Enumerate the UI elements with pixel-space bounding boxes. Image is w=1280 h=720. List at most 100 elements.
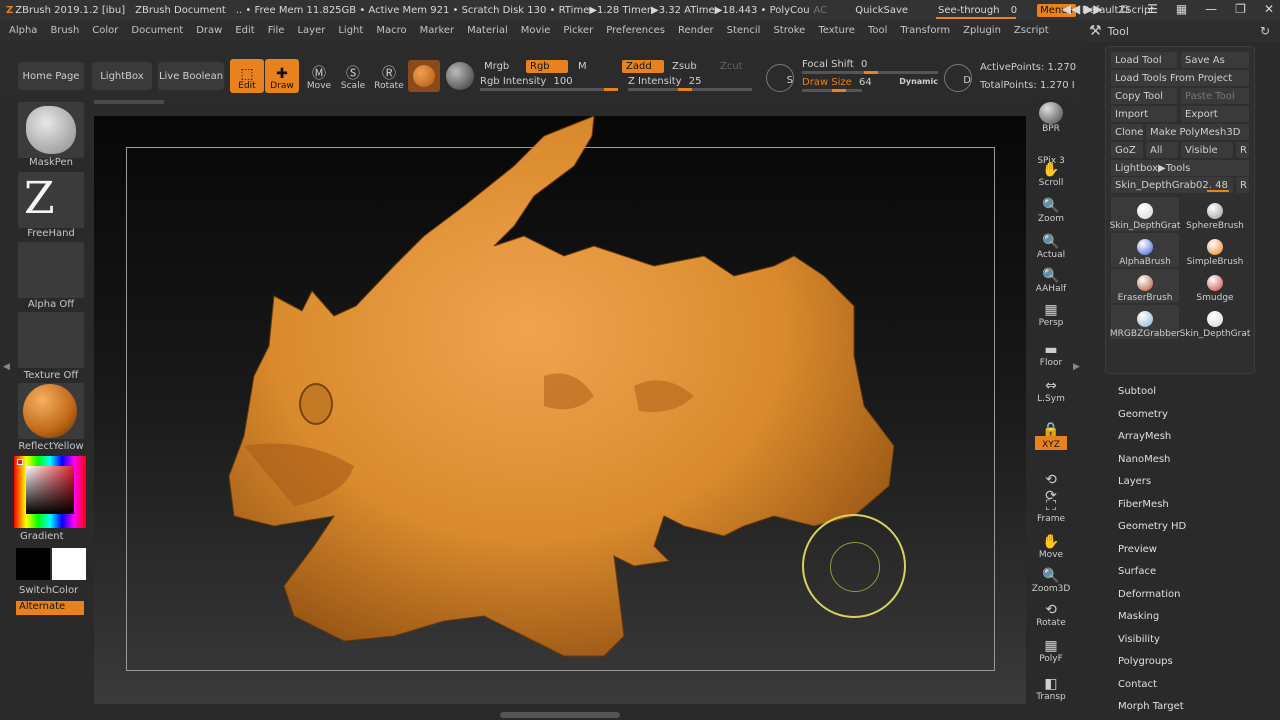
secondary-color-swatch[interactable] bbox=[52, 548, 86, 580]
menu-texture[interactable]: Texture bbox=[818, 25, 855, 36]
subpalette-surface[interactable]: Surface bbox=[1118, 566, 1156, 577]
menu-stencil[interactable]: Stencil bbox=[727, 25, 761, 36]
lightbox-tools-button[interactable]: Lightbox▶Tools bbox=[1111, 160, 1249, 176]
live-boolean-button[interactable]: Live Boolean bbox=[158, 62, 224, 90]
current-tool-r-button[interactable]: R bbox=[1236, 177, 1249, 193]
seethrough-slider[interactable]: See-through 0 bbox=[932, 5, 1017, 19]
load-tool-button[interactable]: Load Tool bbox=[1111, 52, 1177, 68]
menu-zscript[interactable]: Zscript bbox=[1014, 25, 1049, 36]
lsym-button[interactable]: ⇔ L.Sym bbox=[1035, 372, 1067, 404]
menu-movie[interactable]: Movie bbox=[521, 25, 551, 36]
menu-macro[interactable]: Macro bbox=[376, 25, 406, 36]
menu-color[interactable]: Color bbox=[92, 25, 118, 36]
menu-transform[interactable]: Transform bbox=[900, 25, 950, 36]
edit-mode-button[interactable]: ⬚ Edit bbox=[230, 59, 264, 93]
zadd-toggle[interactable]: Zadd bbox=[622, 60, 664, 73]
tool-thumb-smudge[interactable]: Smudge bbox=[1181, 269, 1249, 303]
menu-render[interactable]: Render bbox=[678, 25, 714, 36]
transp-button[interactable]: ◧ Transp bbox=[1035, 670, 1067, 702]
persp-button[interactable]: ▦ Persp bbox=[1035, 296, 1067, 328]
menu-brush[interactable]: Brush bbox=[50, 25, 79, 36]
subpalette-geometry-hd[interactable]: Geometry HD bbox=[1118, 521, 1186, 532]
texture-tile[interactable] bbox=[18, 312, 84, 368]
zoom-button[interactable]: 🔍 Zoom bbox=[1035, 192, 1067, 224]
lock-button[interactable]: 🔒 bbox=[1035, 406, 1067, 438]
actual-button[interactable]: 🔍 Actual bbox=[1035, 228, 1067, 260]
subpalette-geometry[interactable]: Geometry bbox=[1118, 409, 1168, 420]
tool-thumb-skin-depthgrat[interactable]: Skin_DepthGrat bbox=[1180, 305, 1250, 339]
floor-button[interactable]: ▬ Floor bbox=[1035, 336, 1067, 368]
gradient-label[interactable]: Gradient bbox=[0, 531, 82, 542]
menu-stroke[interactable]: Stroke bbox=[773, 25, 805, 36]
lightbox-button[interactable]: LightBox bbox=[92, 62, 152, 90]
color-picker-square[interactable] bbox=[26, 466, 74, 514]
z-intensity-slider[interactable]: Z Intensity 25 bbox=[628, 76, 754, 91]
menu-document[interactable]: Document bbox=[131, 25, 183, 36]
maximize-icon[interactable]: ❐ bbox=[1235, 2, 1246, 17]
draw-size-slider[interactable]: Draw Size 64 Dynamic bbox=[802, 77, 942, 92]
rgb-intensity-slider[interactable]: Rgb Intensity 100 bbox=[480, 76, 620, 91]
subpalette-visibility[interactable]: Visibility bbox=[1118, 634, 1160, 645]
zoom3d-button[interactable]: 🔍 Zoom3D bbox=[1032, 562, 1071, 594]
copy-tool-button[interactable]: Copy Tool bbox=[1111, 88, 1177, 104]
restore-docs-icon[interactable]: ⧉ bbox=[1120, 2, 1129, 17]
menu-zplugin[interactable]: Zplugin bbox=[963, 25, 1001, 36]
menu-picker[interactable]: Picker bbox=[563, 25, 593, 36]
left-panel-scroll-arrow-icon[interactable]: ◀ bbox=[3, 362, 10, 372]
m-toggle[interactable]: M bbox=[574, 60, 591, 73]
subpalette-nanomesh[interactable]: NanoMesh bbox=[1118, 454, 1170, 465]
import-button[interactable]: Import bbox=[1111, 106, 1177, 122]
scroll-button[interactable]: ✋ Scroll bbox=[1035, 156, 1067, 188]
export-button[interactable]: Export bbox=[1181, 106, 1249, 122]
home-page-button[interactable]: Home Page bbox=[18, 62, 84, 90]
subpalette-layers[interactable]: Layers bbox=[1118, 476, 1151, 487]
subpalette-arraymesh[interactable]: ArrayMesh bbox=[1118, 431, 1171, 442]
menu-alpha[interactable]: Alpha bbox=[9, 25, 37, 36]
document-title[interactable]: ZBrush Document bbox=[135, 5, 226, 16]
subpalette-preview[interactable]: Preview bbox=[1118, 544, 1157, 555]
make-polymesh3d-button[interactable]: Make PolyMesh3D bbox=[1146, 124, 1249, 140]
scale-mode-button[interactable]: Ⓢ Scale bbox=[336, 59, 370, 93]
clone-button[interactable]: Clone bbox=[1111, 124, 1143, 140]
rotate-button[interactable]: ⟲ Rotate bbox=[1035, 596, 1067, 628]
focal-shift-slider[interactable]: Focal Shift 0 bbox=[802, 59, 942, 74]
visible-button[interactable]: Visible bbox=[1181, 142, 1233, 158]
paste-tool-button[interactable]: Paste Tool bbox=[1181, 88, 1249, 104]
texture-sphere-button[interactable] bbox=[446, 62, 474, 90]
all-button[interactable]: All bbox=[1146, 142, 1178, 158]
menu-marker[interactable]: Marker bbox=[420, 25, 455, 36]
menu-tool[interactable]: Tool bbox=[868, 25, 887, 36]
zsub-toggle[interactable]: Zsub bbox=[668, 60, 701, 73]
goz-r-button[interactable]: R bbox=[1236, 142, 1249, 158]
subpalette-deformation[interactable]: Deformation bbox=[1118, 589, 1180, 600]
subpalette-polygroups[interactable]: Polygroups bbox=[1118, 656, 1173, 667]
dynamic-toggle[interactable]: Dynamic bbox=[899, 77, 938, 86]
close-icon[interactable]: ✕ bbox=[1264, 2, 1274, 17]
frame-button[interactable]: ⛶ Frame bbox=[1035, 492, 1067, 524]
draw-mode-button[interactable]: ✚ Draw bbox=[265, 59, 299, 93]
layout-icon[interactable]: ▦ bbox=[1176, 2, 1187, 17]
current-tool-slider[interactable]: Skin_DepthGrab02. 48 bbox=[1111, 177, 1233, 193]
s-size-button[interactable]: S bbox=[766, 64, 794, 92]
rotate-mode-button[interactable]: Ⓡ Rotate bbox=[372, 59, 406, 93]
tool-thumb-eraserbrush[interactable]: EraserBrush bbox=[1111, 269, 1179, 303]
tool-thumb-alphabrush[interactable]: AlphaBrush bbox=[1111, 233, 1179, 267]
menu-light[interactable]: Light bbox=[338, 25, 363, 36]
rgb-toggle[interactable]: Rgb bbox=[526, 60, 568, 73]
bpr-button[interactable]: BPR bbox=[1035, 102, 1067, 134]
tool-palette-header[interactable]: ⚒ Tool ↻ bbox=[1085, 20, 1280, 42]
right-panel-scroll-arrow-icon[interactable]: ▶ bbox=[1073, 362, 1080, 372]
switchcolor-button[interactable]: SwitchColor bbox=[0, 585, 82, 596]
d-size-button[interactable]: D bbox=[944, 64, 972, 92]
list-icon[interactable]: ☰ bbox=[1147, 2, 1158, 17]
load-tools-from-project-button[interactable]: Load Tools From Project bbox=[1111, 70, 1249, 86]
goz-button[interactable]: GoZ bbox=[1111, 142, 1143, 158]
quicksave-button[interactable]: QuickSave bbox=[855, 5, 908, 16]
menu-layer[interactable]: Layer bbox=[297, 25, 325, 36]
subpalette-subtool[interactable]: Subtool bbox=[1118, 386, 1156, 397]
material-sphere-button[interactable] bbox=[408, 60, 440, 92]
move-button[interactable]: ✋ Move bbox=[1035, 528, 1067, 560]
refresh-icon[interactable]: ↻ bbox=[1260, 24, 1270, 38]
tool-thumb-skin-depthgrat[interactable]: Skin_DepthGrat bbox=[1110, 197, 1180, 231]
minimize-icon[interactable]: — bbox=[1205, 2, 1217, 17]
